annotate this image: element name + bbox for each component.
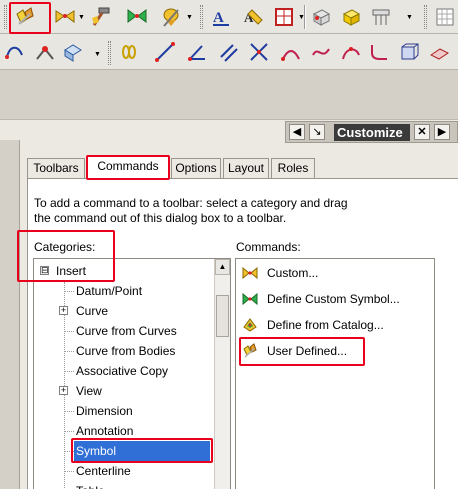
dropdown-arrow[interactable]: ▼ [186, 14, 193, 21]
gdt-icon[interactable] [370, 6, 392, 28]
highlight-symbol [71, 438, 213, 463]
toolbar-grip[interactable] [4, 5, 7, 29]
highlight-user-defined [239, 337, 365, 366]
tab-layout[interactable]: Layout [223, 158, 269, 178]
custom-symbol-icon [242, 265, 258, 281]
toolbar-grip[interactable] [108, 41, 111, 65]
tab-toolbars[interactable]: Toolbars [27, 158, 85, 178]
toolbar-grip[interactable] [200, 5, 203, 29]
tree-branch [65, 291, 74, 292]
commands-label: Commands: [236, 240, 301, 254]
tree-item-associative-copy[interactable]: Associative Copy [34, 361, 216, 381]
tree-item-label: Table [76, 481, 105, 489]
instruction-line-1: To add a command to a toolbar: select a … [34, 196, 348, 210]
link-icon[interactable] [118, 41, 140, 63]
tree-item-curve-from-bodies[interactable]: Curve from Bodies [34, 341, 216, 361]
tree-item-label: Curve from Bodies [76, 344, 176, 358]
command-custom[interactable]: Custom... [240, 262, 430, 284]
plane-icon[interactable] [428, 41, 450, 63]
panel-nav-left-icon[interactable]: ◀ [289, 124, 305, 140]
panel-left-strip [0, 140, 20, 489]
scroll-up-icon[interactable]: ▲ [215, 259, 230, 275]
panel-title: Customize [334, 124, 410, 141]
expand-icon[interactable]: + [59, 306, 68, 315]
expand-icon[interactable]: + [59, 386, 68, 395]
tree-branch [65, 371, 74, 372]
tree-branch [65, 331, 74, 332]
tree-item-label: Curve [76, 304, 109, 318]
tree-item-dimension[interactable]: Dimension [34, 401, 216, 421]
tree-item-label: Associative Copy [76, 364, 169, 378]
dropdown-arrow[interactable]: ▼ [406, 14, 413, 21]
commands-list[interactable]: Custom... Define Custom Symbol... Define… [235, 258, 435, 489]
tree-item-centerline[interactable]: Centerline [34, 461, 216, 481]
tree-item-datum-point[interactable]: Datum/Point [34, 281, 216, 301]
solid-box-icon[interactable] [340, 6, 362, 28]
command-label: Custom... [267, 266, 319, 280]
tree-item-label: Curve from Curves [76, 324, 177, 338]
dropdown-arrow[interactable]: ▼ [78, 14, 85, 21]
view-orient-icon[interactable] [62, 41, 84, 63]
tree-branch [65, 351, 74, 352]
categories-scrollbar[interactable]: ▲ [214, 259, 230, 489]
curve-snap-icon[interactable] [4, 41, 26, 63]
define-custom-symbol-icon[interactable] [126, 6, 148, 28]
define-custom-symbol-icon [242, 291, 258, 307]
toolbar-separator [304, 5, 306, 29]
panel-pin-icon[interactable]: ↘ [309, 124, 325, 140]
parallel-icon[interactable] [218, 41, 240, 63]
tree-item-view[interactable]: + View [34, 381, 216, 401]
line-segment-icon[interactable] [154, 41, 176, 63]
edit-text-icon[interactable]: A [242, 6, 264, 28]
tree-item-curve[interactable]: + Curve [34, 301, 216, 321]
tab-options[interactable]: Options [171, 158, 221, 178]
view-box-icon[interactable] [310, 6, 332, 28]
command-define-custom-symbol[interactable]: Define Custom Symbol... [240, 288, 430, 310]
tab-roles[interactable]: Roles [271, 158, 315, 178]
hammer-icon[interactable] [90, 6, 112, 28]
tree-branch [65, 471, 74, 472]
grid-icon[interactable] [434, 6, 456, 28]
tree-item-label: Centerline [76, 464, 131, 478]
table-icon[interactable] [273, 6, 295, 28]
text-annotation-icon[interactable]: A [210, 6, 232, 28]
dropdown-arrow[interactable]: ▼ [94, 51, 101, 58]
custom-symbol-icon[interactable] [54, 6, 76, 28]
toolbar-row-1: ▼ ▼ A A ▼ ▼ [0, 0, 458, 34]
angle-icon[interactable] [186, 41, 208, 63]
highlight-categories [17, 230, 115, 282]
spline-icon[interactable] [340, 41, 362, 63]
instruction-line-2: the command out of this dialog box to a … [34, 211, 287, 225]
command-label: Define Custom Symbol... [267, 292, 400, 306]
highlight-user-defined-button [9, 2, 51, 34]
tree-branch [65, 411, 74, 412]
tree-item-curve-from-curves[interactable]: Curve from Curves [34, 321, 216, 341]
scrollbar-thumb[interactable] [216, 295, 229, 337]
tree-item-label: Datum/Point [76, 284, 143, 298]
tree-branch [65, 431, 74, 432]
arc-icon[interactable] [280, 41, 302, 63]
command-define-from-catalog[interactable]: Define from Catalog... [240, 314, 430, 336]
customize-titlebar[interactable]: ◀ ↘ Customize ✕ ▶ [285, 121, 458, 143]
toolbar-dock-area [0, 70, 458, 120]
point-options-icon[interactable] [34, 41, 56, 63]
instruction-text: To add a command to a toolbar: select a … [34, 196, 414, 226]
command-label: Define from Catalog... [267, 318, 384, 332]
close-icon[interactable]: ✕ [414, 124, 430, 140]
fillet-icon[interactable] [368, 41, 390, 63]
svg-text:A: A [213, 10, 224, 26]
toolbar-grip[interactable] [424, 5, 427, 29]
intersect-icon[interactable] [248, 41, 270, 63]
catalog-symbol-icon [242, 317, 258, 333]
catalog-symbol-icon[interactable] [160, 6, 182, 28]
toolbar-row-2: ▼ [0, 34, 458, 70]
tree-item-label: Dimension [76, 404, 133, 418]
box-icon[interactable] [398, 41, 420, 63]
tree-item-label: View [76, 384, 102, 398]
panel-nav-right-icon[interactable]: ▶ [434, 124, 450, 140]
curve-icon[interactable] [310, 41, 332, 63]
highlight-commands-tab [86, 155, 170, 180]
tree-item-table[interactable]: Table [34, 481, 216, 489]
